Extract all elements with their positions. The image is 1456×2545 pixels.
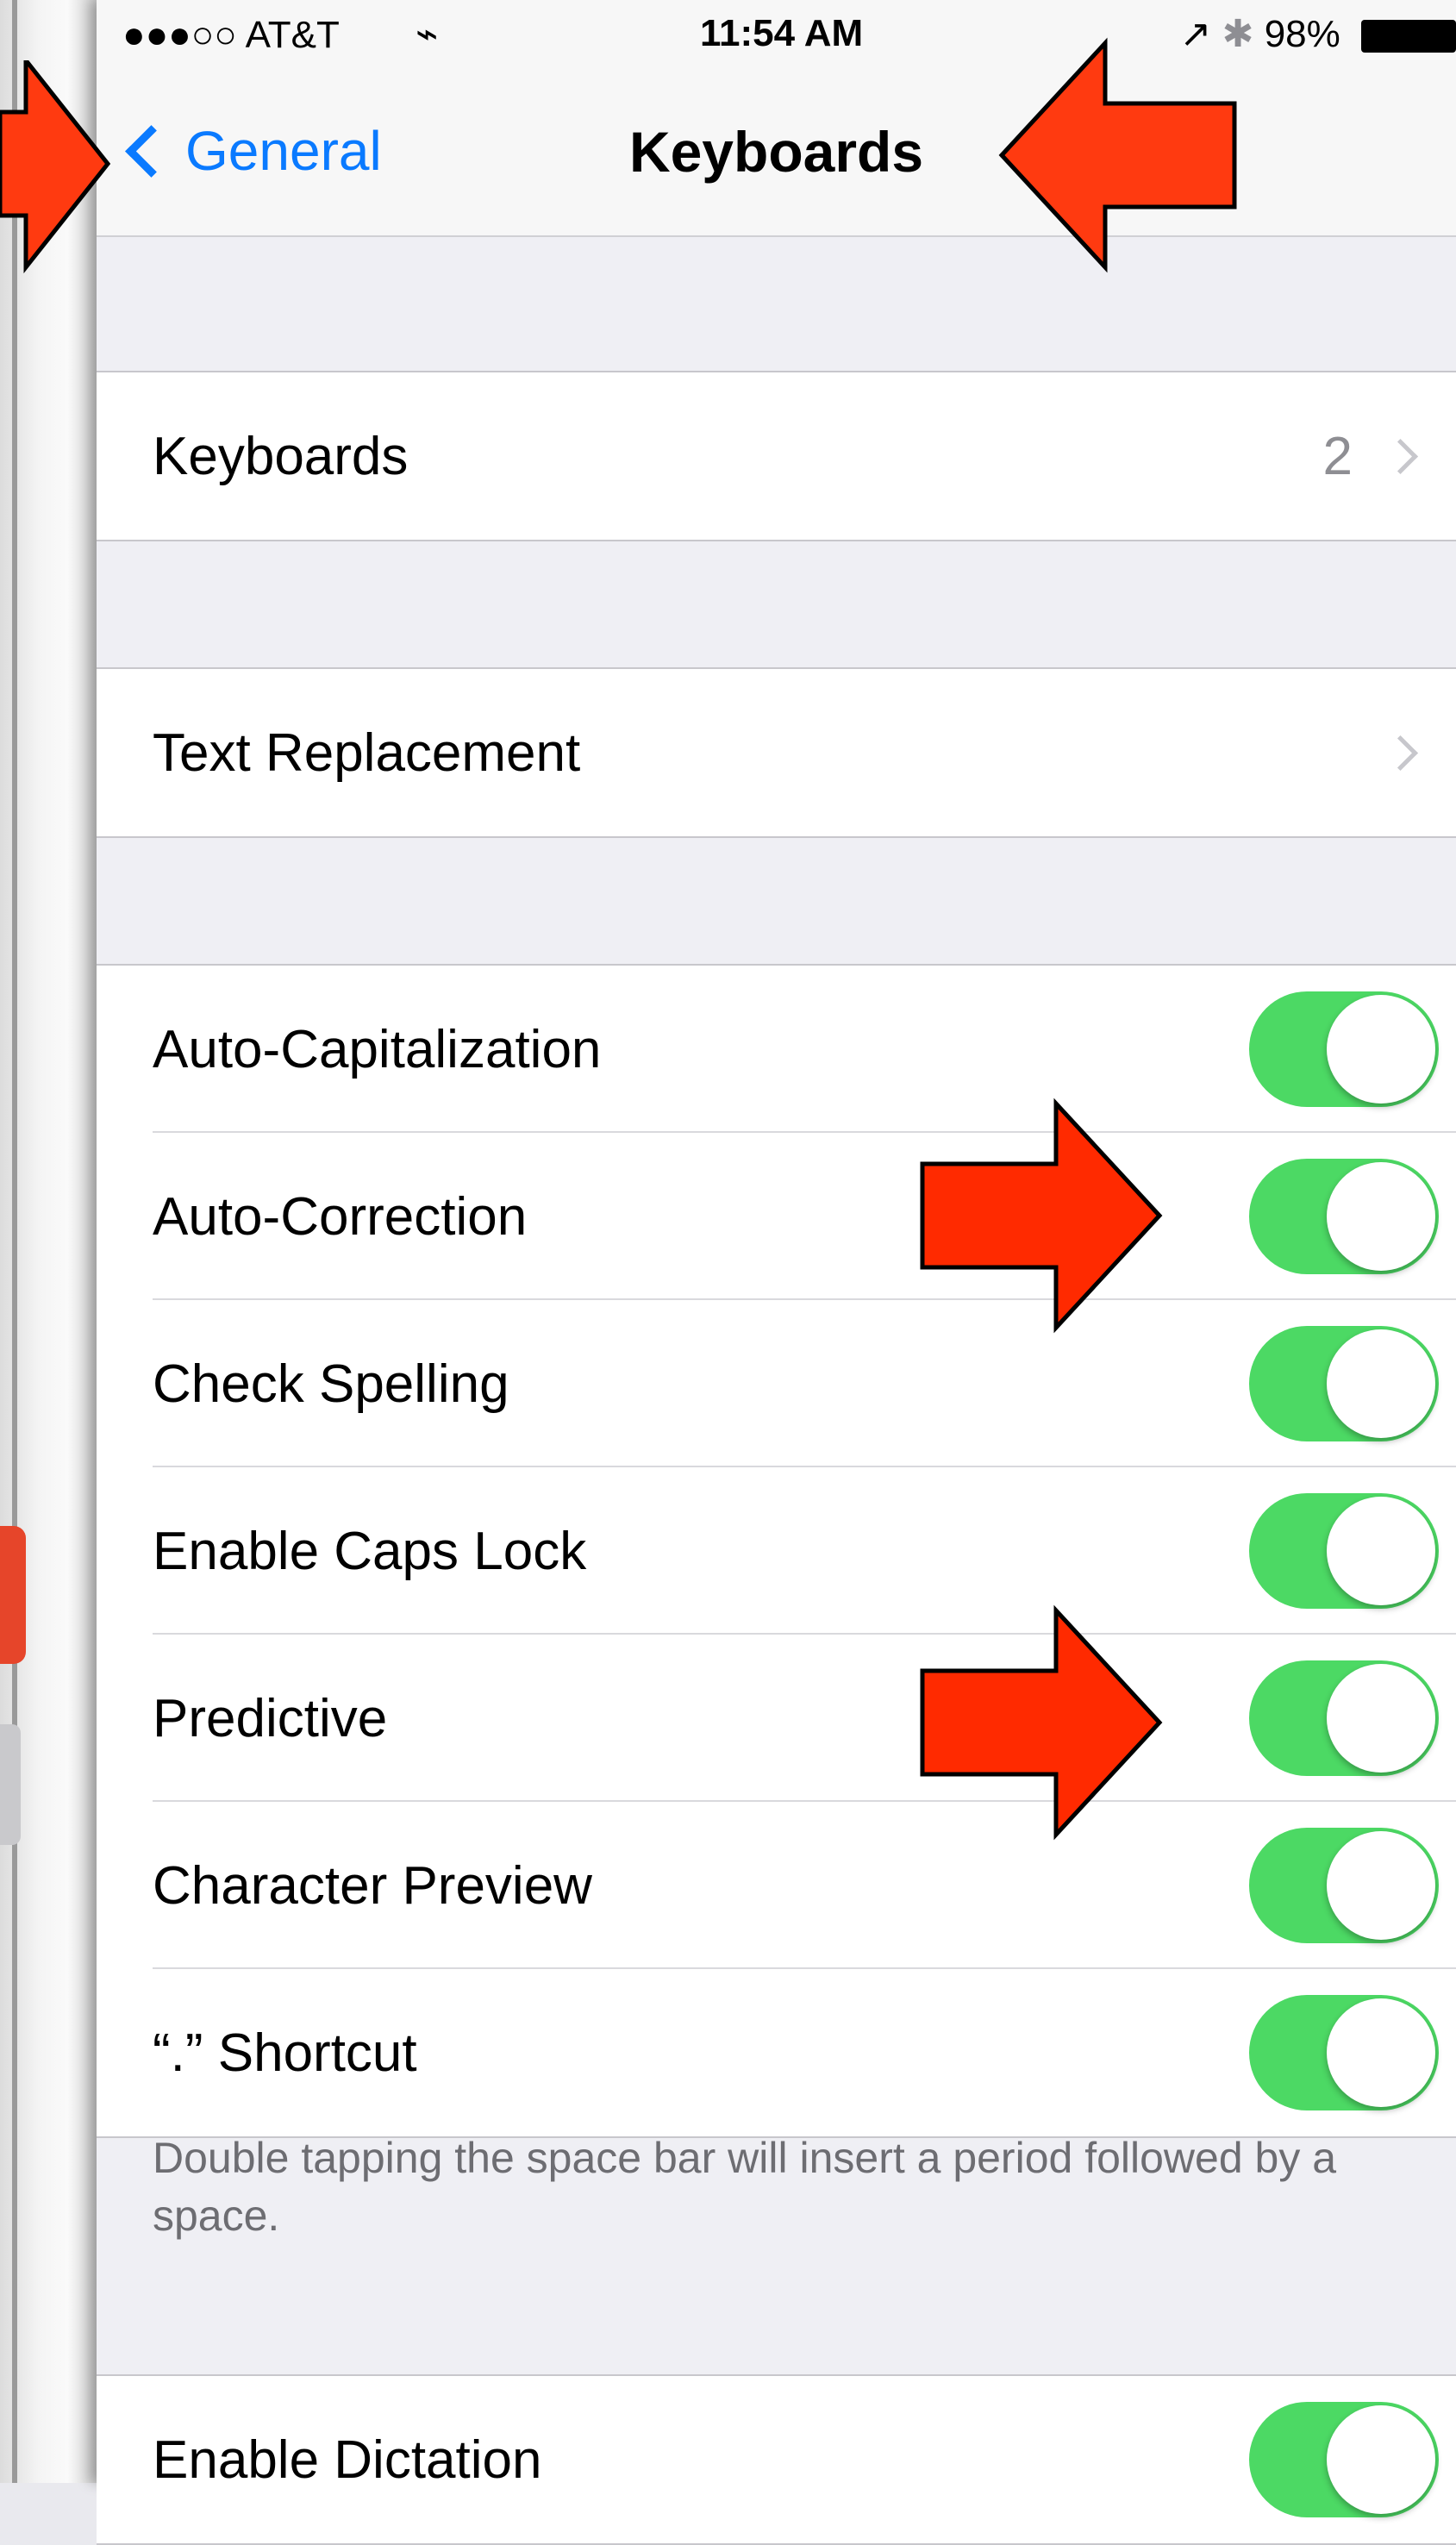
dictation-toggle[interactable] (1249, 2402, 1439, 2517)
page-title: Keyboards (628, 120, 924, 184)
gray-tab-edge (0, 1724, 21, 1845)
period-shortcut-toggle[interactable] (1249, 1995, 1439, 2110)
carrier-label: ●●●○○ AT&T (122, 14, 340, 56)
keyboards-count: 2 (1322, 426, 1353, 486)
dictation-group: Enable Dictation (97, 2374, 1456, 2545)
character-preview-row: Character Preview (97, 1802, 1456, 1969)
toggle-knob (1327, 1162, 1435, 1271)
period-shortcut-label: “.” Shortcut (153, 2023, 417, 2083)
chevron-right-icon (1382, 735, 1419, 771)
toggle-knob (1327, 1998, 1435, 2107)
clock: 11:54 AM (700, 12, 864, 54)
toggle-knob (1327, 1329, 1435, 1438)
dictation-row: Enable Dictation (97, 2376, 1456, 2543)
keyboards-label: Keyboards (153, 426, 409, 486)
predictive-label: Predictive (153, 1688, 388, 1748)
arrow-right-icon (920, 1097, 1163, 1334)
caps-lock-label: Enable Caps Lock (153, 1521, 587, 1581)
red-tab-edge (0, 1526, 26, 1664)
background-device-edge (0, 0, 97, 2483)
arrow-right-icon (0, 60, 111, 274)
status-bar: ●●●○○ AT&T ⌁ 11:54 AM ↗ ✱ 98% (97, 0, 1456, 67)
predictive-row: Predictive (97, 1635, 1456, 1802)
auto-capitalization-label: Auto-Capitalization (153, 1019, 602, 1079)
character-preview-label: Character Preview (153, 1855, 592, 1916)
shortcut-footnote: Double tapping the space bar will insert… (153, 2134, 1337, 2240)
arrow-left-icon (998, 37, 1237, 273)
wifi-icon: ⌁ (416, 13, 439, 55)
arrow-right-icon (920, 1604, 1163, 1841)
toggle-knob (1327, 1497, 1435, 1605)
auto-correction-row: Auto-Correction (97, 1133, 1456, 1300)
device-frame-edge (12, 0, 17, 2483)
predictive-toggle[interactable] (1249, 1660, 1439, 1776)
caps-lock-toggle[interactable] (1249, 1493, 1439, 1609)
caps-lock-row: Enable Caps Lock (97, 1467, 1456, 1635)
auto-correction-label: Auto-Correction (153, 1186, 528, 1247)
toggle-knob (1327, 1664, 1435, 1773)
text-replacement-group: Text Replacement (97, 667, 1456, 838)
navigation-bar: General Keyboards (97, 67, 1456, 237)
auto-correction-toggle[interactable] (1249, 1159, 1439, 1274)
toggle-knob (1327, 1831, 1435, 1940)
character-preview-toggle[interactable] (1249, 1828, 1439, 1943)
text-replacement-row[interactable]: Text Replacement (97, 669, 1456, 836)
check-spelling-toggle[interactable] (1249, 1326, 1439, 1441)
check-spelling-label: Check Spelling (153, 1354, 509, 1414)
auto-capitalization-row: Auto-Capitalization (97, 966, 1456, 1133)
keyboards-row[interactable]: Keyboards 2 (97, 372, 1456, 540)
keyboards-group: Keyboards 2 (97, 371, 1456, 541)
check-spelling-row: Check Spelling (97, 1300, 1456, 1467)
keyboard-options-group: Auto-Capitalization Auto-Correction Chec… (97, 964, 1456, 2138)
chevron-right-icon (1382, 438, 1419, 474)
toggle-knob (1327, 2405, 1435, 2514)
battery-icon (1361, 20, 1456, 53)
text-replacement-label: Text Replacement (153, 722, 581, 783)
auto-capitalization-toggle[interactable] (1249, 991, 1439, 1107)
battery-percent: 98% (1264, 13, 1340, 55)
settings-screen: ●●●○○ AT&T ⌁ 11:54 AM ↗ ✱ 98% General Ke… (97, 0, 1456, 2545)
toggle-knob (1327, 995, 1435, 1104)
dictation-label: Enable Dictation (153, 2429, 542, 2490)
period-shortcut-row: “.” Shortcut (97, 1969, 1456, 2136)
